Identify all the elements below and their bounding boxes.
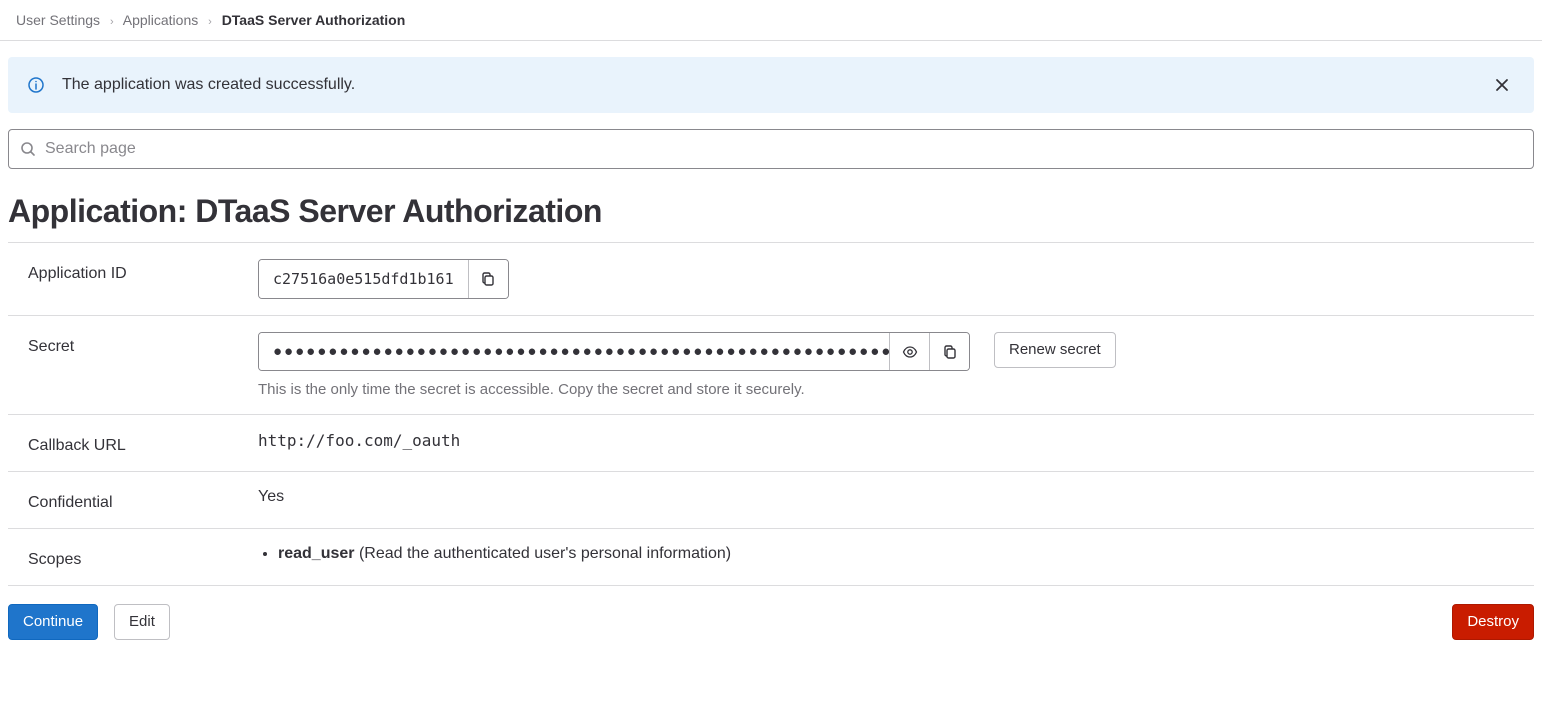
label-secret: Secret (28, 332, 258, 356)
info-icon (28, 77, 44, 93)
row-confidential: Confidential Yes (8, 472, 1534, 529)
scope-item: read_user (Read the authenticated user's… (278, 545, 1522, 563)
row-app-id: Application ID c27516a0e515dfd1b161 (8, 243, 1534, 316)
breadcrumb: User Settings › Applications › DTaaS Ser… (0, 0, 1542, 41)
secret-value[interactable]: ●●●●●●●●●●●●●●●●●●●●●●●●●●●●●●●●●●●●●●●●… (259, 333, 889, 370)
search-input[interactable] (8, 129, 1534, 169)
confidential-value: Yes (258, 488, 1522, 506)
action-bar: Continue Edit Destroy (8, 586, 1534, 640)
callback-value: http://foo.com/_oauth (258, 431, 1522, 450)
label-callback: Callback URL (28, 431, 258, 455)
breadcrumb-user-settings[interactable]: User Settings (16, 12, 100, 28)
alert-message: The application was created successfully… (62, 76, 1490, 94)
breadcrumb-current: DTaaS Server Authorization (222, 12, 406, 28)
search-icon (20, 141, 36, 157)
destroy-button[interactable]: Destroy (1452, 604, 1534, 640)
app-details: Application ID c27516a0e515dfd1b161 Secr… (8, 242, 1534, 586)
copy-icon (942, 344, 958, 360)
eye-icon (902, 344, 918, 360)
secret-help-text: This is the only time the secret is acce… (258, 381, 970, 398)
chevron-right-icon: › (110, 16, 114, 28)
label-scopes: Scopes (28, 545, 258, 569)
copy-secret-button[interactable] (929, 333, 969, 370)
success-alert: The application was created successfully… (8, 57, 1534, 113)
alert-close-button[interactable] (1490, 73, 1514, 97)
renew-secret-button[interactable]: Renew secret (994, 332, 1116, 368)
breadcrumb-applications[interactable]: Applications (123, 12, 199, 28)
row-callback: Callback URL http://foo.com/_oauth (8, 415, 1534, 472)
app-id-value[interactable]: c27516a0e515dfd1b161 (259, 260, 468, 298)
edit-button[interactable]: Edit (114, 604, 170, 640)
continue-button[interactable]: Continue (8, 604, 98, 640)
close-icon (1494, 77, 1510, 93)
copy-app-id-button[interactable] (468, 260, 508, 298)
secret-group: ●●●●●●●●●●●●●●●●●●●●●●●●●●●●●●●●●●●●●●●●… (258, 332, 970, 371)
label-app-id: Application ID (28, 259, 258, 283)
search-page (8, 129, 1534, 169)
scope-name: read_user (278, 545, 355, 562)
scope-desc: (Read the authenticated user's personal … (359, 545, 731, 562)
app-id-group: c27516a0e515dfd1b161 (258, 259, 509, 299)
chevron-right-icon: › (208, 16, 212, 28)
page-title: Application: DTaaS Server Authorization (8, 193, 1534, 230)
label-confidential: Confidential (28, 488, 258, 512)
row-scopes: Scopes read_user (Read the authenticated… (8, 529, 1534, 586)
scope-list: read_user (Read the authenticated user's… (278, 545, 1522, 563)
reveal-secret-button[interactable] (889, 333, 929, 370)
row-secret: Secret ●●●●●●●●●●●●●●●●●●●●●●●●●●●●●●●●●… (8, 316, 1534, 415)
copy-icon (480, 271, 496, 287)
